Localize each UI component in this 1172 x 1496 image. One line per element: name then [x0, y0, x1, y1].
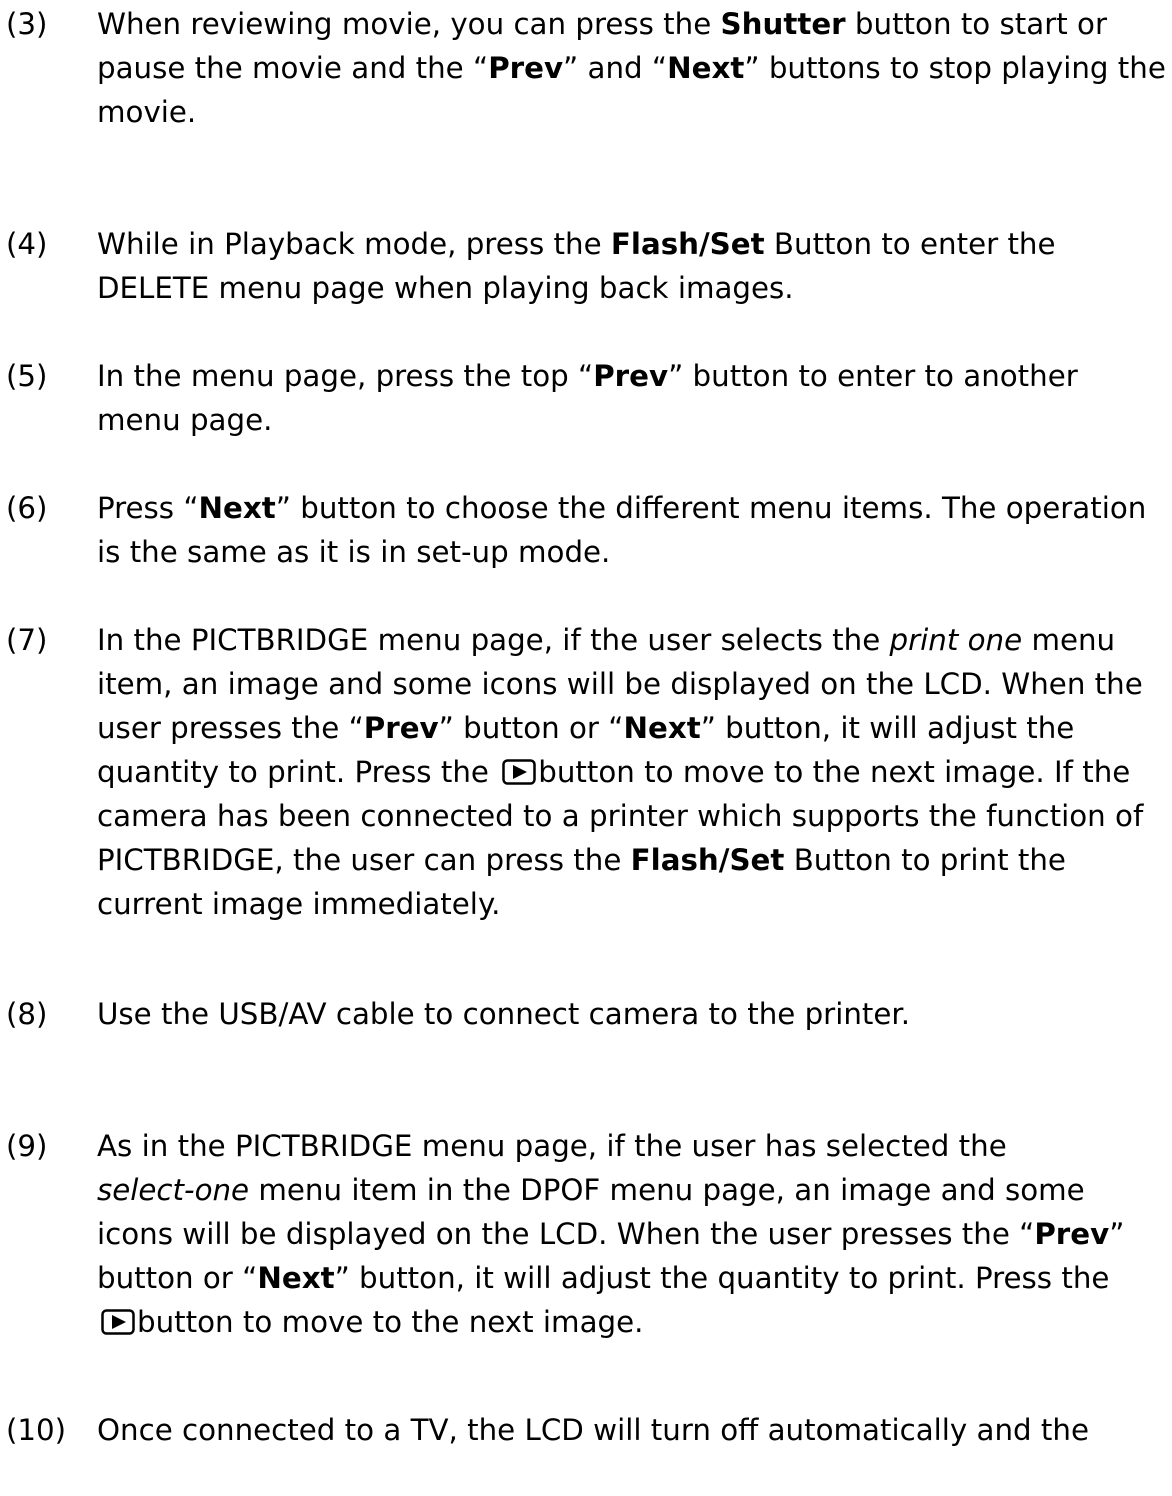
item-text: While in Playback mode, press the Flash/…	[97, 222, 1169, 310]
text-run: menu	[1022, 623, 1116, 657]
bold-term: Next	[257, 1261, 335, 1295]
bold-term: Flash/Set	[630, 843, 785, 877]
text-line: camera has been connected to a printer w…	[97, 794, 1169, 838]
item-number: (4)	[6, 227, 48, 261]
text-line: movie.	[97, 90, 1169, 134]
item-text: Use the USB/AV cable to connect camera t…	[97, 992, 1169, 1036]
text-line: menu page.	[97, 398, 1169, 442]
italic-term: select-one	[97, 1173, 250, 1207]
bold-term: Next	[198, 491, 276, 525]
text-line: Use the USB/AV cable to connect camera t…	[97, 992, 1169, 1036]
text-line: user presses the “Prev” button or “Next”…	[97, 706, 1169, 750]
text-line: When reviewing movie, you can press the …	[97, 2, 1169, 46]
text-run: button to move to the next image.	[137, 1305, 644, 1339]
item-number: (10)	[6, 1413, 67, 1447]
bold-term: Flash/Set	[610, 227, 765, 261]
text-run: ” button or “	[438, 711, 624, 745]
text-run: ” button, it will adjust the	[700, 711, 1075, 745]
text-run: pause the movie and the “	[97, 51, 489, 85]
item-number: (9)	[6, 1129, 48, 1163]
text-run: Press “	[97, 491, 199, 525]
text-run: user presses the “	[97, 711, 364, 745]
text-run: menu page.	[97, 403, 273, 437]
text-run: button to start or	[845, 7, 1107, 41]
bold-term: Shutter	[720, 7, 846, 41]
text-run: current image immediately.	[97, 887, 501, 921]
item-number: (6)	[6, 491, 48, 525]
text-line: DELETE menu page when playing back image…	[97, 266, 1169, 310]
text-run: Use the USB/AV cable to connect camera t…	[97, 997, 911, 1031]
item-number: (7)	[6, 623, 48, 657]
text-line: button or “Next” button, it will adjust …	[97, 1256, 1169, 1300]
text-run: ” button to enter to another	[668, 359, 1078, 393]
text-line: While in Playback mode, press the Flash/…	[97, 222, 1169, 266]
text-run: movie.	[97, 95, 197, 129]
text-run: While in Playback mode, press the	[97, 227, 611, 261]
text-line: Once connected to a TV, the LCD will tur…	[97, 1408, 1169, 1452]
item-number: (8)	[6, 997, 48, 1031]
text-run: In the menu page, press the top “	[97, 359, 594, 393]
text-run: Button to enter the	[764, 227, 1056, 261]
text-run: When reviewing movie, you can press the	[97, 7, 721, 41]
item-text: Once connected to a TV, the LCD will tur…	[97, 1408, 1169, 1452]
item-number: (5)	[6, 359, 48, 393]
italic-term: print one	[889, 623, 1023, 657]
text-run: In the PICTBRIDGE menu page, if the user…	[97, 623, 890, 657]
text-run: quantity to print. Press the	[97, 755, 499, 789]
text-run: ” button, it will adjust the quantity to…	[334, 1261, 1110, 1295]
text-run: ” buttons to stop playing the	[744, 51, 1166, 85]
text-line: Press “Next” button to choose the differ…	[97, 486, 1169, 530]
text-run: ” and “	[563, 51, 668, 85]
text-run: button or “	[97, 1261, 258, 1295]
text-run: item, an image and some icons will be di…	[97, 667, 1143, 701]
text-line: is the same as it is in set-up mode.	[97, 530, 1169, 574]
text-run: icons will be displayed on the LCD. When…	[97, 1217, 1035, 1251]
item-text: When reviewing movie, you can press the …	[97, 2, 1169, 134]
text-line: quantity to print. Press the button to m…	[97, 750, 1169, 794]
bold-term: Next	[623, 711, 701, 745]
item-text: As in the PICTBRIDGE menu page, if the u…	[97, 1124, 1169, 1344]
manual-page: (3) When reviewing movie, you can press t…	[0, 0, 1172, 1496]
text-line: pause the movie and the “Prev” and “Next…	[97, 46, 1169, 90]
text-run: As in the PICTBRIDGE menu page, if the u…	[97, 1129, 1007, 1163]
text-run: Button to print the	[784, 843, 1066, 877]
text-run: ”	[1109, 1217, 1125, 1251]
text-run: button to move to the next image. If the	[538, 755, 1131, 789]
bold-term: Prev	[488, 51, 564, 85]
text-run: PICTBRIDGE, the user can press the	[97, 843, 631, 877]
text-run: camera has been connected to a printer w…	[97, 799, 1144, 833]
text-line: As in the PICTBRIDGE menu page, if the u…	[97, 1124, 1169, 1168]
bold-term: Next	[667, 51, 745, 85]
play-button-icon	[502, 759, 536, 785]
text-line: In the PICTBRIDGE menu page, if the user…	[97, 618, 1169, 662]
item-number: (3)	[6, 7, 48, 41]
item-text: In the menu page, press the top “Prev” b…	[97, 354, 1169, 442]
item-text: In the PICTBRIDGE menu page, if the user…	[97, 618, 1169, 926]
text-line: PICTBRIDGE, the user can press the Flash…	[97, 838, 1169, 882]
text-run: Once connected to a TV, the LCD will tur…	[97, 1413, 1089, 1447]
text-line: In the menu page, press the top “Prev” b…	[97, 354, 1169, 398]
text-run: ” button to choose the different menu it…	[275, 491, 1147, 525]
text-line: icons will be displayed on the LCD. When…	[97, 1212, 1169, 1256]
text-line: item, an image and some icons will be di…	[97, 662, 1169, 706]
text-line: current image immediately.	[97, 882, 1169, 926]
bold-term: Prev	[363, 711, 439, 745]
item-text: Press “Next” button to choose the differ…	[97, 486, 1169, 574]
text-line: button to move to the next image.	[97, 1300, 1169, 1344]
text-run: menu item in the DPOF menu page, an imag…	[249, 1173, 1085, 1207]
bold-term: Prev	[1034, 1217, 1110, 1251]
play-button-icon	[101, 1309, 135, 1335]
text-line: select-one menu item in the DPOF menu pa…	[97, 1168, 1169, 1212]
text-run: DELETE menu page when playing back image…	[97, 271, 794, 305]
text-run: is the same as it is in set-up mode.	[97, 535, 611, 569]
bold-term: Prev	[593, 359, 669, 393]
